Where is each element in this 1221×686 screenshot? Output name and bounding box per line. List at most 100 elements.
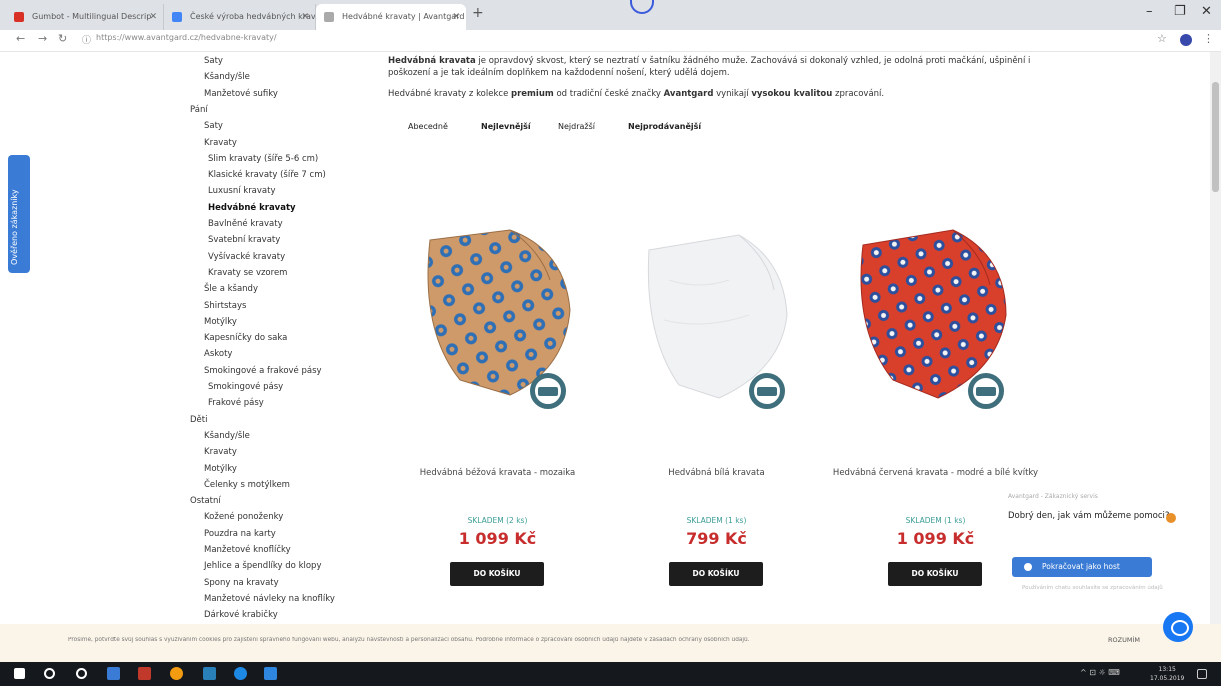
add-to-cart-button[interactable]: DO KOŠÍKU <box>888 562 982 586</box>
product-name[interactable]: Hedvábná bílá kravata <box>609 467 824 479</box>
explorer-icon[interactable] <box>107 667 120 680</box>
category-menu-item[interactable]: Luxusní kravaty <box>208 186 276 196</box>
category-menu-item[interactable]: Kravaty <box>204 138 237 148</box>
category-menu-item[interactable]: Smokingové a frakové pásy <box>204 366 322 376</box>
browser-tab-1[interactable]: Gumbot - Multilingual Descrip ✕ <box>6 4 164 30</box>
category-menu-item[interactable]: Kravaty <box>204 447 237 457</box>
product-image[interactable] <box>828 220 1043 420</box>
new-tab-icon[interactable]: + <box>472 5 484 21</box>
app-icon[interactable] <box>138 667 151 680</box>
category-menu-item[interactable]: Manžetové knoflíčky <box>204 545 291 555</box>
window-close-icon[interactable]: ✕ <box>1201 4 1212 19</box>
category-intro-line2: Hedvábné kravaty z kolekce premium od tr… <box>388 89 1048 99</box>
sort-cheapest[interactable]: Nejlevnější <box>481 122 531 131</box>
messenger-icon[interactable] <box>1163 612 1193 642</box>
category-menu-item[interactable]: Jehlice a špendlíky do klopy <box>204 561 321 571</box>
product-card[interactable]: Hedvábná bílá kravata SKLADEM (1 ks) 799… <box>609 180 824 590</box>
intro-bold: Avantgard <box>663 89 714 99</box>
minimize-icon[interactable]: – <box>1146 4 1153 19</box>
close-tab-icon[interactable]: ✕ <box>149 4 157 30</box>
product-stock: SKLADEM (1 ks) <box>686 516 747 525</box>
tab-favicon-icon <box>14 12 24 22</box>
category-menu-item[interactable]: Shirtstays <box>204 301 246 311</box>
category-menu-item[interactable]: Kšandy/šle <box>204 431 250 441</box>
category-menu-item[interactable]: Kravaty se vzorem <box>208 268 287 278</box>
sort-alphabetical[interactable]: Abecedně <box>408 122 448 131</box>
browser-tab-3-active[interactable]: Hedvábné kravaty | Avantgard ✕ <box>316 4 466 30</box>
bookmark-star-icon[interactable]: ☆ <box>1157 32 1167 45</box>
product-price: 799 Kč <box>686 529 747 548</box>
site-info-icon[interactable]: ⓘ <box>82 33 91 46</box>
product-image[interactable] <box>609 220 824 420</box>
cookie-accept-button[interactable]: ROZUMÍM <box>1108 636 1140 644</box>
reload-icon[interactable]: ↻ <box>58 32 67 45</box>
chat-continue-button[interactable]: Pokračovat jako host <box>1012 557 1152 577</box>
category-menu-item[interactable]: Šle a kšandy <box>204 284 258 294</box>
windows-taskbar: ^ ⊡ ☼ ⌨ 13:15 17.05.2019 <box>0 662 1221 686</box>
taskbar-clock[interactable]: 13:15 17.05.2019 <box>1150 665 1184 683</box>
browser-menu-icon[interactable]: ⋮ <box>1203 32 1214 45</box>
category-menu-item[interactable]: Saty <box>204 56 223 66</box>
chrome-icon[interactable] <box>170 667 183 680</box>
add-to-cart-button[interactable]: DO KOŠÍKU <box>450 562 544 586</box>
category-menu-item[interactable]: Ostatní <box>190 496 221 506</box>
category-intro: Hedvábná kravata je opravdový skvost, kt… <box>388 55 1048 79</box>
category-menu-item[interactable]: Motýlky <box>204 317 237 327</box>
system-tray[interactable]: ^ ⊡ ☼ ⌨ <box>1080 668 1120 677</box>
notifications-icon[interactable] <box>1197 669 1207 679</box>
product-image[interactable] <box>390 220 605 420</box>
category-menu-item[interactable]: Kapesníčky do saka <box>204 333 287 343</box>
task-view-icon[interactable] <box>76 668 87 679</box>
category-menu-item[interactable]: Děti <box>190 415 207 425</box>
category-menu-item[interactable]: Slim kravaty (šíře 5-6 cm) <box>208 154 318 164</box>
forward-icon[interactable]: → <box>38 32 47 45</box>
maximize-icon[interactable]: ❐ <box>1174 4 1186 19</box>
category-menu-item[interactable]: Kožené ponoženky <box>204 512 283 522</box>
category-menu-item[interactable]: Askoty <box>204 349 232 359</box>
scrollbar-thumb[interactable] <box>1212 82 1219 192</box>
category-menu-item[interactable]: Saty <box>204 121 223 131</box>
store-icon[interactable] <box>203 667 216 680</box>
category-menu-item[interactable]: Hedvábné kravaty <box>208 203 296 213</box>
category-menu-item[interactable]: Vyšívacké kravaty <box>208 252 285 262</box>
close-tab-icon[interactable]: ✕ <box>301 4 309 30</box>
sort-bestselling[interactable]: Nejprodávanější <box>628 122 701 131</box>
category-menu-item[interactable]: Bavlněné kravaty <box>208 219 283 229</box>
browser-tab-bar: Gumbot - Multilingual Descrip ✕ České vý… <box>0 0 1221 30</box>
product-name[interactable]: Hedvábná béžová kravata - mozaika <box>390 467 605 479</box>
category-menu-item[interactable]: Kšandy/šle <box>204 72 250 82</box>
category-menu-item[interactable]: Manžetové sufiky <box>204 89 278 99</box>
category-menu-item[interactable]: Motýlky <box>204 464 237 474</box>
back-icon[interactable]: ← <box>16 32 25 45</box>
url-input[interactable]: https://www.avantgard.cz/hedvabne-kravat… <box>96 33 277 42</box>
category-menu-item[interactable]: Smokingové pásy <box>208 382 283 392</box>
category-menu-item[interactable]: Klasické kravaty (šíře 7 cm) <box>208 170 326 180</box>
windows-start-icon[interactable] <box>14 668 25 679</box>
clock-time: 13:15 <box>1158 666 1176 673</box>
outlook-icon[interactable] <box>264 667 277 680</box>
edge-icon[interactable] <box>234 667 247 680</box>
profile-avatar-icon[interactable] <box>1180 34 1192 46</box>
category-menu-item[interactable]: Dárkové krabičky <box>204 610 278 620</box>
product-name[interactable]: Hedvábná červená kravata - modré a bílé … <box>828 467 1043 479</box>
category-menu-item[interactable]: Spony na kravaty <box>204 578 279 588</box>
search-icon[interactable] <box>44 668 55 679</box>
page-scrollbar[interactable] <box>1210 52 1221 624</box>
category-menu-item[interactable]: Čelenky s motýlkem <box>204 480 290 490</box>
category-menu-item[interactable]: Frakové pásy <box>208 398 264 408</box>
category-menu-item[interactable]: Manžetové návleky na knoflíky <box>204 594 335 604</box>
category-menu-item[interactable]: Pouzdra na karty <box>204 529 276 539</box>
product-card[interactable]: Hedvábná béžová kravata - mozaika SKLADE… <box>390 180 605 590</box>
close-tab-icon[interactable]: ✕ <box>452 4 460 30</box>
intro-lead-bold: Hedvábná kravata <box>388 56 476 66</box>
side-tab-label: Ověřeno zákazníky <box>10 189 19 265</box>
product-card[interactable]: Hedvábná červená kravata - modré a bílé … <box>828 180 1043 590</box>
cookie-bar: Prosíme, potvrďte svůj souhlas s využívá… <box>0 624 1221 662</box>
sort-most-expensive[interactable]: Nejdražší <box>558 122 595 131</box>
add-to-cart-button[interactable]: DO KOŠÍKU <box>669 562 763 586</box>
category-menu-item[interactable]: Svatební kravaty <box>208 235 280 245</box>
verified-reviews-side-tab[interactable]: Ověřeno zákazníky <box>8 155 30 273</box>
category-menu-item[interactable]: Pání <box>190 105 208 115</box>
handmade-badge-icon <box>968 373 1004 409</box>
browser-tab-2[interactable]: České výroba hedvábných kravat ✕ <box>164 4 316 30</box>
